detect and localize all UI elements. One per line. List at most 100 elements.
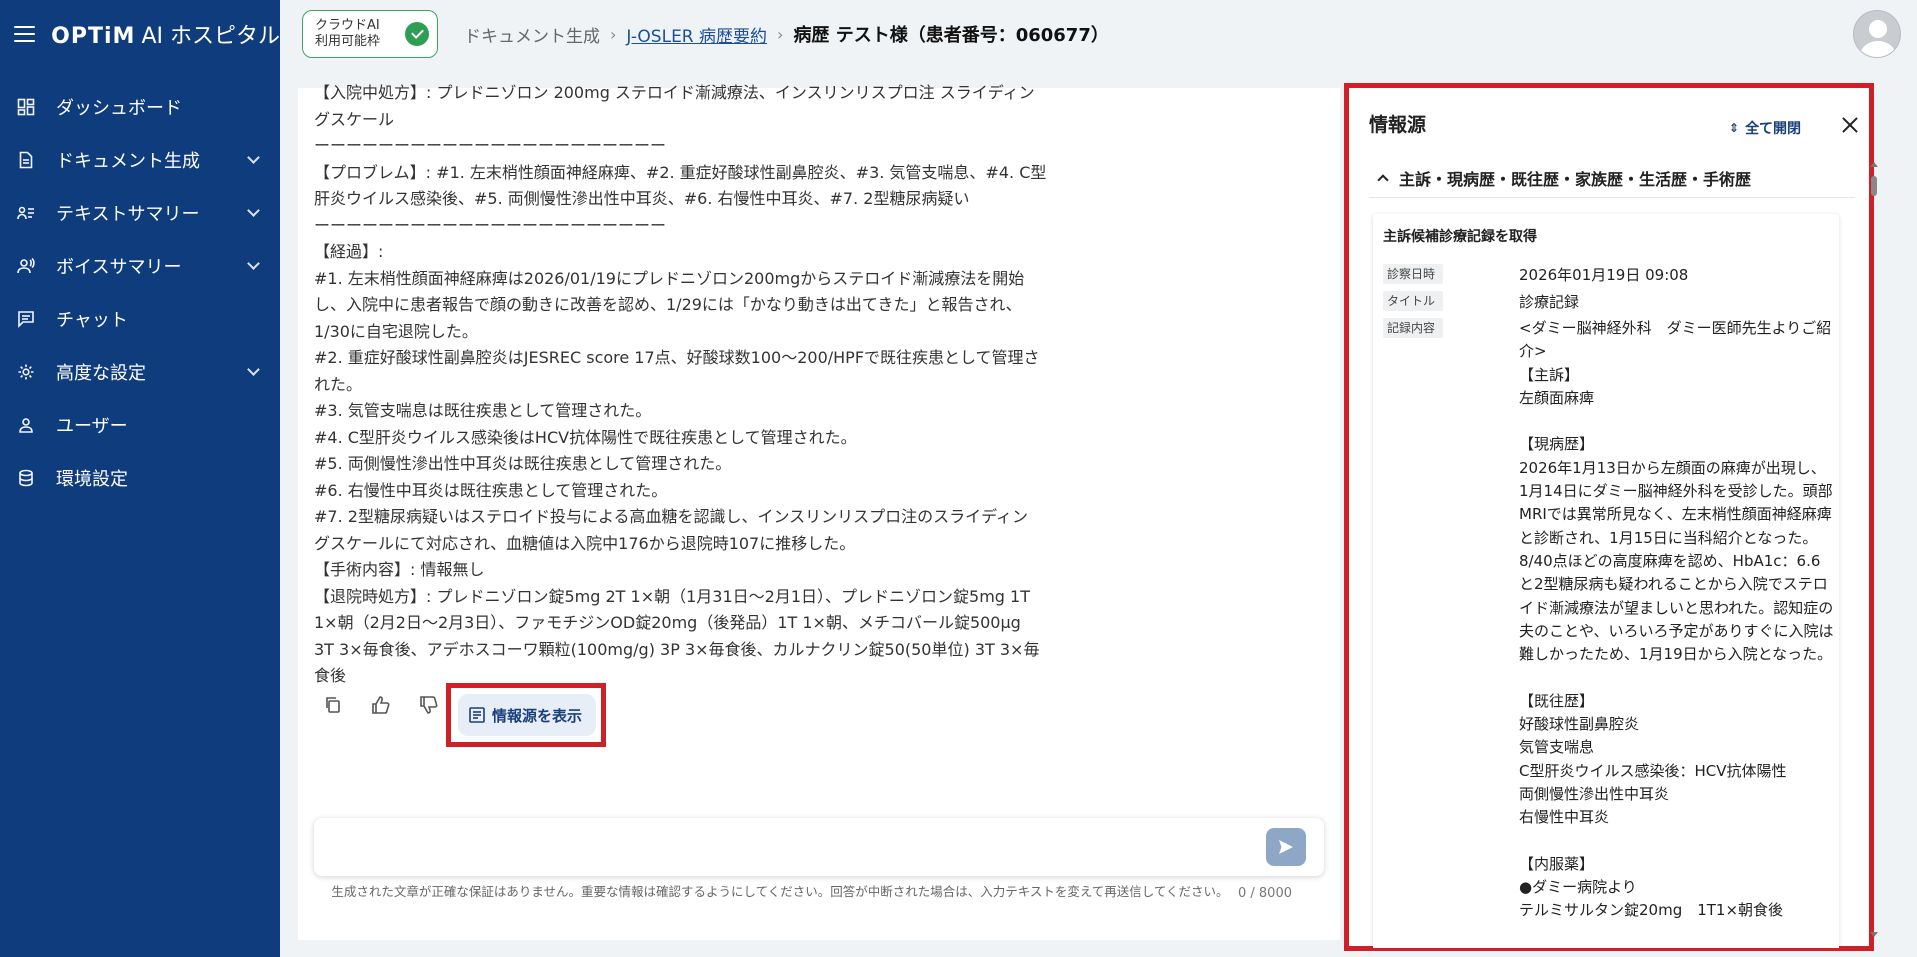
field-value: 2026年01月19日 09:08 — [1519, 266, 1689, 284]
sidebar-item-dashboard[interactable]: ダッシュボード — [0, 80, 280, 133]
chevron-right-icon: › — [610, 24, 617, 44]
sidebar-item-text-summary[interactable]: テキストサマリー — [0, 186, 280, 239]
menu-icon[interactable] — [14, 26, 36, 42]
sidebar-header: OPTiM AI ホスピタル — [0, 0, 280, 68]
sidebar: OPTiM AI ホスピタル ダッシュボード ドキュメント生成 テキストサマリー … — [0, 0, 280, 957]
document-line: #6. 右慢性中耳炎は既往疾患として管理された。 — [314, 480, 668, 500]
brand-name: OPTiM — [51, 24, 136, 49]
app-name: AI ホスピタル — [141, 24, 280, 49]
document-line: 【手術内容】: 情報無し — [314, 560, 485, 579]
close-icon[interactable] — [1839, 114, 1861, 136]
scroll-down-arrow[interactable] — [1870, 932, 1878, 937]
sidebar-item-advanced-settings[interactable]: 高度な設定 — [0, 345, 280, 398]
panel-title: 情報源 — [1369, 114, 1427, 136]
sidebar-item-label: チャット — [56, 309, 128, 331]
voice-summary-icon — [16, 256, 36, 276]
expand-collapse-icon: ⇕ — [1729, 121, 1740, 135]
chevron-down-icon — [247, 362, 260, 376]
document-line: れた。 — [314, 374, 363, 394]
document-line: #1. 左末梢性顔面神経麻痺は2026/01/19にプレドニゾロン200mgから… — [314, 268, 1025, 288]
document-line: #2. 重症好酸球性副鼻腔炎はJESREC score 17点、好酸球数100〜… — [314, 348, 1040, 367]
sidebar-item-label: 環境設定 — [56, 468, 128, 490]
source-scroll-area[interactable]: 主訴候補診療記録を取得 診察日時 2026年01月19日 09:08 タイトル … — [1369, 208, 1863, 948]
main-content: 【入院中処方】: プレドニゾロン 200mg ステロイド漸減療法、インスリンリス… — [298, 83, 1340, 940]
text-summary-icon — [16, 203, 36, 223]
chat-icon — [16, 309, 36, 329]
breadcrumb-link[interactable]: J-OSLER 病歴要約 — [626, 22, 767, 47]
sidebar-item-document[interactable]: ドキュメント生成 — [0, 133, 280, 186]
sidebar-item-label: 高度な設定 — [56, 362, 146, 384]
section-header[interactable]: 主訴・現病歴・既往歴・家族歴・生活歴・手術歴 — [1369, 158, 1855, 198]
avatar[interactable] — [1853, 10, 1901, 58]
app-logo[interactable]: OPTiM AI ホスピタル — [51, 18, 280, 50]
field-row: タイトル 診療記録 — [1383, 291, 1579, 311]
chat-input[interactable] — [328, 830, 1228, 864]
chevron-down-icon — [247, 256, 260, 270]
show-source-label: 情報源を表示 — [492, 706, 583, 725]
field-key: 記録内容 — [1383, 318, 1443, 338]
document-line: #5. 両側慢性滲出性中耳炎は既往疾患として管理された。 — [314, 454, 732, 473]
document-line: 1/30に自宅退院した。 — [314, 321, 478, 341]
card-title: 主訴候補診療記録を取得 — [1383, 229, 1537, 245]
ai-badge-label: クラウドAI 利用可能枠 — [315, 18, 381, 49]
page-title: 病歴 テスト様（患者番号：060677） — [793, 25, 1109, 46]
generated-document: 【入院中処方】: プレドニゾロン 200mg ステロイド漸減療法、インスリンリス… — [314, 80, 1114, 690]
sidebar-item-users[interactable]: ユーザー — [0, 398, 280, 451]
disclaimer-text: 生成された文章が正確な保証はありません。重要な情報は確認するようにしてください。… — [331, 884, 1229, 899]
document-line: 1×朝（2月2日〜2月3日）、ファモチジンOD錠20mg（後発品）1T 1×朝、… — [314, 613, 1021, 632]
show-source-button[interactable]: 情報源を表示 — [458, 694, 596, 736]
section-title: 主訴・現病歴・既往歴・家族歴・生活歴・手術歴 — [1399, 169, 1752, 189]
sidebar-item-label: ユーザー — [56, 415, 128, 437]
document-icon — [16, 150, 36, 170]
document-line: 【プロブレム】: #1. 左末梢性顔面神経麻痺、#2. 重症好酸球性副鼻腔炎、#… — [314, 162, 1047, 182]
check-circle-icon — [405, 22, 429, 46]
document-line: #7. 2型糖尿病疑いはステロイド投与による高血糖を認識し、インスリンリスプロ注… — [314, 507, 1029, 526]
document-line: グスケールにて対応され、血糖値は入院中176から退院時107に推移した。 — [314, 533, 856, 553]
sidebar-item-chat[interactable]: チャット — [0, 292, 280, 345]
sidebar-item-label: テキストサマリー — [56, 203, 200, 225]
sidebar-nav: ダッシュボード ドキュメント生成 テキストサマリー ボイスサマリー チャット 高… — [0, 80, 280, 504]
show-source-highlight: 情報源を表示 — [446, 683, 606, 747]
sidebar-item-label: ボイスサマリー — [56, 256, 182, 278]
document-line: 【退院時処方】: プレドニゾロン錠5mg 2T 1×朝（1月31日〜2月1日）、… — [314, 586, 1030, 606]
scrollbar-thumb[interactable] — [1871, 176, 1877, 196]
document-line: 3T 3×毎食後、アデホスコーワ顆粒(100mg/g) 3P 3×毎食後、カルナ… — [314, 639, 1040, 659]
database-icon — [16, 468, 36, 488]
top-bar: クラウドAI 利用可能枠 ドキュメント生成 › J-OSLER 病歴要約 › 病… — [280, 0, 1917, 68]
chat-input-box — [314, 818, 1324, 876]
field-row: 診察日時 2026年01月19日 09:08 — [1383, 264, 1688, 284]
scroll-up-arrow[interactable] — [1870, 162, 1878, 167]
document-line: 食後 — [314, 666, 347, 685]
cloud-ai-quota-badge[interactable]: クラウドAI 利用可能枠 — [302, 10, 438, 58]
chevron-down-icon — [247, 203, 260, 217]
sidebar-item-label: ダッシュボード — [56, 97, 182, 119]
breadcrumb: ドキュメント生成 › J-OSLER 病歴要約 › 病歴 テスト様（患者番号：0… — [464, 21, 1109, 47]
chevron-up-icon — [1377, 174, 1389, 186]
sidebar-item-environment-settings[interactable]: 環境設定 — [0, 451, 280, 504]
copy-icon[interactable] — [320, 692, 346, 718]
document-line: 【経過】: — [314, 242, 384, 261]
document-line: し、入院中に患者報告で顔の動きに改善を認め、1/29には「かなり動きは出てきた」… — [314, 295, 1022, 314]
thumbs-up-icon[interactable] — [368, 692, 394, 718]
user-icon — [16, 415, 36, 435]
scrollbar[interactable] — [1870, 170, 1878, 940]
document-line: ーーーーーーーーーーーーーーーーーーーーーー — [314, 215, 667, 235]
expand-all-button[interactable]: ⇕ 全て開閉 — [1729, 118, 1801, 138]
send-icon — [1279, 840, 1293, 854]
document-line: ーーーーーーーーーーーーーーーーーーーーーー — [314, 136, 667, 155]
thumbs-down-icon[interactable] — [416, 692, 442, 718]
document-line: #3. 気管支喘息は既往疾患として管理された。 — [314, 401, 652, 420]
message-actions — [320, 692, 464, 718]
chevron-down-icon — [247, 150, 260, 164]
document-line: 【入院中処方】: プレドニゾロン 200mg ステロイド漸減療法、インスリンリス… — [314, 83, 1035, 102]
char-counter: 0 / 8000 — [1238, 886, 1292, 901]
field-value: 診療記録 — [1519, 293, 1580, 311]
send-button[interactable] — [1266, 828, 1306, 866]
breadcrumb-root[interactable]: ドキュメント生成 — [464, 22, 600, 47]
field-key: 診察日時 — [1383, 264, 1443, 284]
field-key: タイトル — [1383, 291, 1443, 311]
document-line: グスケール — [314, 109, 395, 129]
source-panel: 情報源 ⇕ 全て開閉 主訴・現病歴・既往歴・家族歴・生活歴・手術歴 主訴候補診療… — [1344, 83, 1874, 951]
sidebar-item-voice-summary[interactable]: ボイスサマリー — [0, 239, 280, 292]
dashboard-icon — [16, 97, 36, 117]
